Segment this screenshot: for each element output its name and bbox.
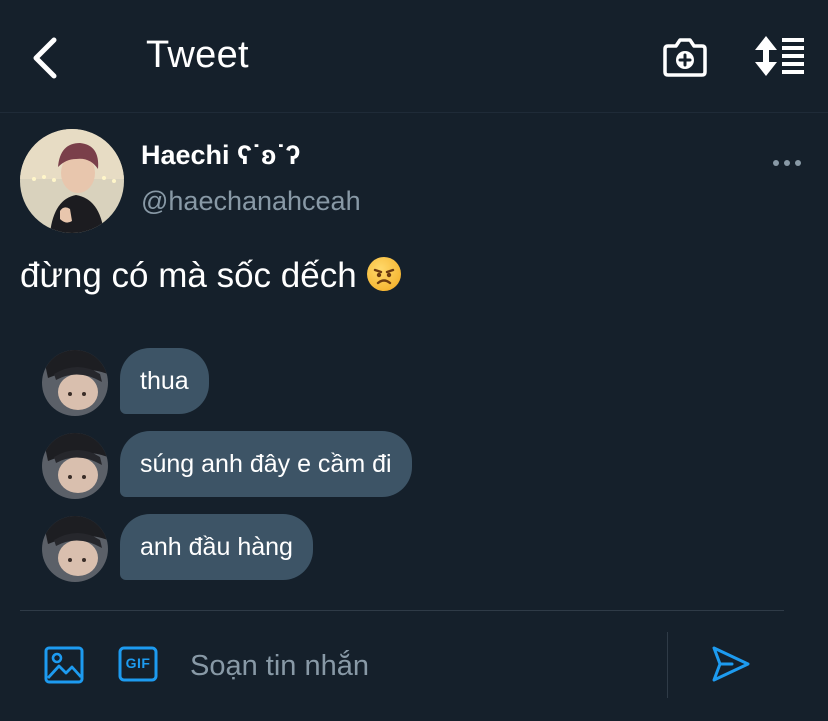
chevron-left-icon <box>33 37 57 79</box>
page-title: Tweet <box>146 34 249 76</box>
avatar[interactable] <box>20 129 124 233</box>
camera-plus-icon <box>663 38 707 77</box>
divider <box>20 610 784 611</box>
avatar <box>42 350 108 416</box>
image-icon <box>44 646 84 684</box>
sort-list-icon <box>755 36 804 76</box>
camera-button[interactable] <box>662 36 708 78</box>
back-button[interactable] <box>28 36 64 80</box>
message-input[interactable] <box>190 646 650 686</box>
more-horizontal-icon <box>773 160 801 166</box>
message-bubble: súng anh đây e cầm đi <box>120 431 412 497</box>
gif-label: GIF <box>125 655 151 671</box>
divider <box>667 632 668 698</box>
tweet-text: đừng có mà sốc dếch <box>20 256 401 296</box>
more-options-button[interactable] <box>772 156 802 168</box>
angry-face-emoji <box>366 257 401 291</box>
top-bar: Tweet <box>0 0 828 113</box>
author-name[interactable]: Haechi ʕ˙ʚ˙ʔ <box>141 140 300 171</box>
avatar <box>42 433 108 499</box>
avatar <box>42 516 108 582</box>
message-bubble: thua <box>120 348 209 414</box>
sort-button[interactable] <box>754 36 806 76</box>
author-handle[interactable]: @haechanahceah <box>141 186 361 217</box>
tweet-body: đừng có mà sốc dếch <box>20 256 357 295</box>
add-image-button[interactable] <box>44 646 84 684</box>
send-icon <box>712 646 750 682</box>
add-gif-button[interactable]: GIF <box>118 646 158 682</box>
send-button[interactable] <box>710 644 752 684</box>
message-bubble: anh đầu hàng <box>120 514 313 580</box>
